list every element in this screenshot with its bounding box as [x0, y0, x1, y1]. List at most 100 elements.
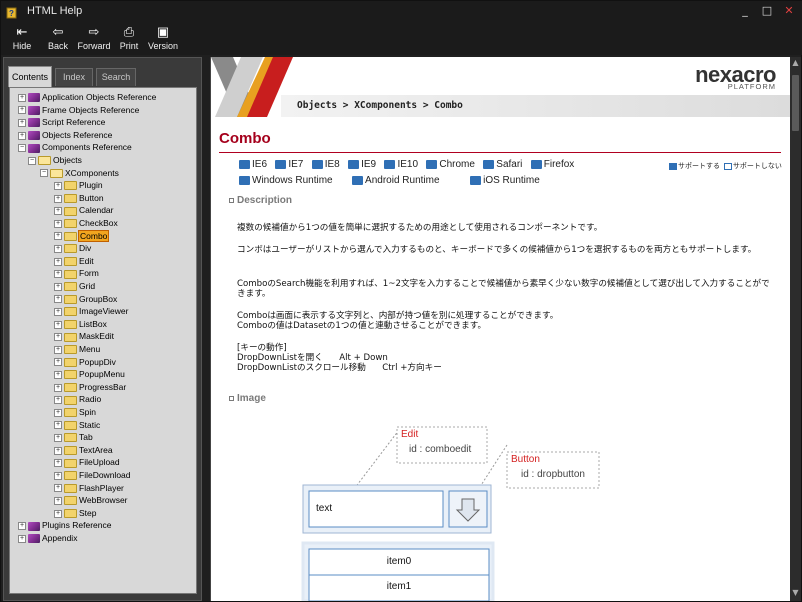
back-button[interactable]: ⇦ Back [45, 23, 71, 55]
expand-icon[interactable]: + [18, 106, 26, 115]
expand-icon[interactable]: + [54, 446, 62, 455]
print-button[interactable]: ⎙ Print [117, 23, 141, 55]
expand-icon[interactable]: + [54, 257, 62, 266]
tree-node-objects[interactable]: − Objects [28, 154, 82, 167]
tree-node-tab[interactable]: + Tab [54, 431, 93, 444]
tree-node-progressbar[interactable]: + ProgressBar [54, 381, 126, 394]
hide-button[interactable]: ⇤ Hide [9, 23, 35, 55]
tree-node-edit[interactable]: + Edit [54, 255, 94, 268]
collapse-icon[interactable]: − [28, 156, 36, 165]
expand-icon[interactable]: + [54, 459, 62, 468]
expand-icon[interactable]: + [54, 496, 62, 505]
expand-icon[interactable]: + [54, 383, 62, 392]
scroll-down-icon[interactable]: ▼ [790, 587, 801, 599]
expand-icon[interactable]: + [54, 320, 62, 329]
minimize-button[interactable]: _ [735, 3, 755, 19]
tree-node-label: PopupDiv [79, 356, 116, 367]
expand-icon[interactable]: + [18, 534, 26, 543]
expand-icon[interactable]: + [54, 484, 62, 493]
tab-search[interactable]: Search [96, 68, 136, 86]
browser-badge-ie6: IE6 [239, 159, 267, 170]
version-button[interactable]: ▣ Version [147, 23, 179, 55]
tree-node-form[interactable]: + Form [54, 267, 99, 280]
content-scrollbar[interactable]: ▲ ▼ [790, 57, 801, 601]
expand-icon[interactable]: + [54, 370, 62, 379]
expand-icon[interactable]: + [54, 433, 62, 442]
folder-icon [64, 408, 77, 418]
tab-contents[interactable]: Contents [8, 66, 52, 87]
tree-node-calendar[interactable]: + Calendar [54, 204, 114, 217]
pane-splitter[interactable] [203, 57, 209, 601]
folder-icon [64, 383, 77, 393]
scroll-up-icon[interactable]: ▲ [790, 57, 801, 69]
expand-icon[interactable]: + [54, 509, 62, 518]
tab-index[interactable]: Index [55, 68, 93, 86]
tree-node-grid[interactable]: + Grid [54, 280, 95, 293]
expand-icon[interactable]: + [54, 207, 62, 216]
expand-icon[interactable]: + [54, 219, 62, 228]
maximize-button[interactable]: □ [757, 3, 777, 19]
browser-badge-firefox: Firefox [530, 159, 574, 170]
tree-node-filedownload[interactable]: + FileDownload [54, 469, 131, 482]
tree-node-xcomponents[interactable]: − XComponents [40, 167, 119, 180]
expand-icon[interactable]: + [54, 333, 62, 342]
forward-button[interactable]: ⇨ Forward [77, 23, 111, 55]
expand-icon[interactable]: + [54, 345, 62, 354]
expand-icon[interactable]: + [54, 358, 62, 367]
tree-node-flashplayer[interactable]: + FlashPlayer [54, 482, 124, 495]
tree-node-step[interactable]: + Step [54, 507, 97, 520]
expand-icon[interactable]: + [18, 118, 26, 127]
expand-icon[interactable]: + [54, 421, 62, 430]
expand-icon[interactable]: + [54, 471, 62, 480]
expand-icon[interactable]: + [54, 295, 62, 304]
expand-icon[interactable]: + [54, 270, 62, 279]
expand-icon[interactable]: + [54, 408, 62, 417]
expand-icon[interactable]: + [54, 396, 62, 405]
tree-node-webbrowser[interactable]: + WebBrowser [54, 494, 128, 507]
tree-node-fileupload[interactable]: + FileUpload [54, 456, 120, 469]
tree-node-textarea[interactable]: + TextArea [54, 444, 113, 457]
scroll-thumb[interactable] [792, 75, 799, 131]
collapse-icon[interactable]: − [18, 144, 26, 153]
expand-icon[interactable]: + [54, 244, 62, 253]
tree-node-menu[interactable]: + Menu [54, 343, 100, 356]
expand-icon[interactable]: + [54, 194, 62, 203]
tree-node-spin[interactable]: + Spin [54, 406, 96, 419]
tree-node-popupmenu[interactable]: + PopupMenu [54, 368, 125, 381]
tree-node-popupdiv[interactable]: + PopupDiv [54, 356, 116, 369]
expand-icon[interactable]: + [54, 282, 62, 291]
book-icon [28, 131, 40, 141]
tree-node-label: Edit [79, 255, 94, 266]
legend-unsupported: サポートしない [732, 163, 782, 170]
tree-node-label: Objects Reference [42, 129, 113, 140]
tree-node-listbox[interactable]: + ListBox [54, 318, 107, 331]
tree-node-div[interactable]: + Div [54, 242, 91, 255]
tree-node-button[interactable]: + Button [54, 192, 104, 205]
tree-node-imageviewer[interactable]: + ImageViewer [54, 305, 128, 318]
tree-node-plugin[interactable]: + Plugin [54, 179, 103, 192]
expand-icon[interactable]: + [18, 522, 26, 531]
tree-node-frame-objects-reference[interactable]: + Frame Objects Reference [18, 104, 139, 117]
expand-icon[interactable]: + [18, 131, 26, 140]
tree-node-application-objects-reference[interactable]: + Application Objects Reference [18, 91, 156, 104]
tree-node-script-reference[interactable]: + Script Reference [18, 116, 105, 129]
tree-node-maskedit[interactable]: + MaskEdit [54, 330, 114, 343]
tree-node-label: Spin [79, 407, 97, 417]
tree-node-checkbox[interactable]: + CheckBox [54, 217, 118, 230]
tree-node-groupbox[interactable]: + GroupBox [54, 293, 117, 306]
tree-node-appendix[interactable]: + Appendix [18, 532, 77, 545]
tree-node-combo[interactable]: + Combo [54, 229, 110, 243]
tree-node-components-reference[interactable]: − Components Reference [18, 141, 132, 154]
close-button[interactable]: ✕ [779, 3, 799, 19]
folder-icon [64, 446, 77, 456]
collapse-icon[interactable]: − [40, 169, 48, 178]
tree-node-objects-reference[interactable]: + Objects Reference [18, 129, 112, 142]
expand-icon[interactable]: + [54, 307, 62, 316]
expand-icon[interactable]: + [54, 181, 62, 190]
expand-icon[interactable]: + [18, 93, 26, 102]
tree-node-static[interactable]: + Static [54, 419, 100, 432]
folder-icon [64, 231, 77, 241]
expand-icon[interactable]: + [54, 232, 62, 241]
tree-node-radio[interactable]: + Radio [54, 393, 101, 406]
tree-node-plugins-reference[interactable]: + Plugins Reference [18, 519, 111, 532]
